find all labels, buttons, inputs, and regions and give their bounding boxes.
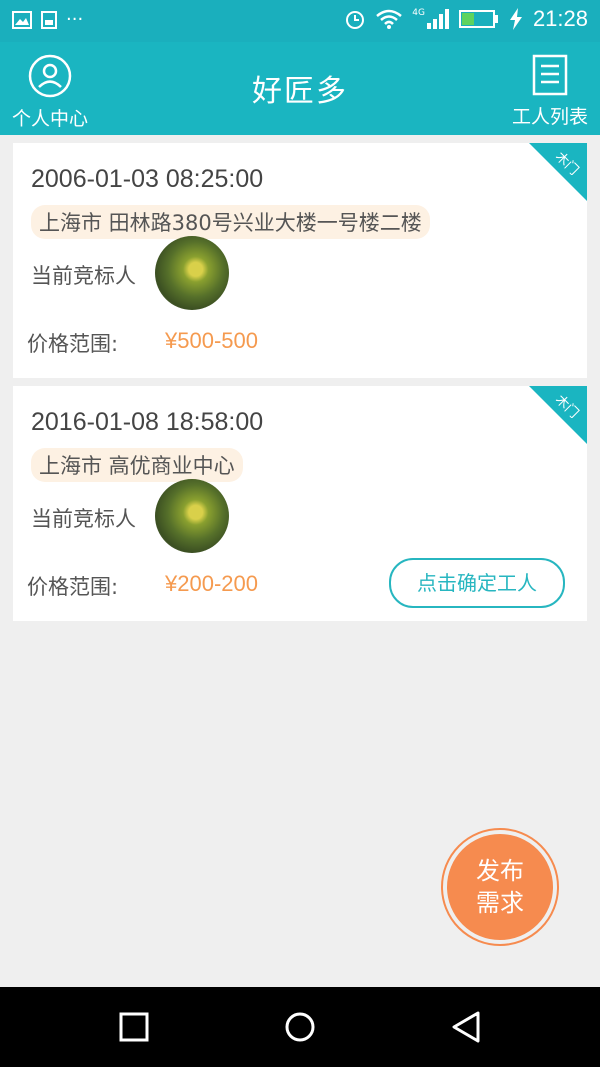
status-time: 21:28 bbox=[532, 6, 588, 31]
bidder-avatar[interactable] bbox=[155, 479, 229, 553]
status-right-icons: 4G 21:28 bbox=[344, 6, 588, 32]
publish-request-line1: 发布 bbox=[476, 857, 524, 885]
category-ribbon bbox=[529, 386, 587, 444]
worker-list-button[interactable]: 工人列表 bbox=[508, 54, 592, 129]
app-bar: 个人中心 好匠多 工人列表 bbox=[0, 42, 600, 135]
bidder-label: 当前竞标人 bbox=[31, 507, 136, 531]
order-datetime: 2006-01-03 08:25:00 bbox=[31, 165, 264, 193]
list-icon bbox=[532, 54, 568, 96]
worker-list-label: 工人列表 bbox=[511, 106, 588, 128]
category-ribbon bbox=[529, 143, 587, 201]
price-label: 价格范围: bbox=[27, 575, 119, 599]
signal-icon: 4G bbox=[412, 9, 449, 29]
bidder-label: 当前竞标人 bbox=[31, 264, 136, 288]
charging-icon bbox=[509, 8, 522, 30]
price-range: ¥200-200 bbox=[165, 571, 258, 596]
status-left-icons: ··· bbox=[12, 10, 83, 30]
order-address: 上海市 高优商业中心 bbox=[31, 448, 243, 482]
order-datetime: 2016-01-08 18:58:00 bbox=[31, 408, 264, 436]
status-bar: ··· 4G 21:28 bbox=[0, 0, 600, 42]
system-nav-bar bbox=[0, 987, 600, 1067]
wifi-icon bbox=[376, 9, 403, 29]
order-card[interactable]: 木门 2016-01-08 18:58:00 上海市 高优商业中心 当前竞标人 … bbox=[13, 386, 587, 621]
home-icon[interactable] bbox=[282, 1009, 318, 1045]
bidder-avatar[interactable] bbox=[155, 236, 229, 310]
price-range: ¥500-500 bbox=[165, 328, 258, 353]
alarm-icon bbox=[346, 11, 365, 29]
publish-request-line2: 需求 bbox=[476, 889, 524, 917]
order-address: 上海市 田林路380号兴业大楼一号楼二楼 bbox=[31, 205, 430, 239]
back-icon[interactable] bbox=[448, 1009, 484, 1045]
battery-icon bbox=[458, 10, 498, 28]
publish-request-inner: 发布 需求 bbox=[447, 834, 553, 940]
price-label: 价格范围: bbox=[27, 332, 119, 356]
recents-icon[interactable] bbox=[116, 1009, 152, 1045]
image-icon bbox=[12, 11, 32, 29]
publish-request-button[interactable]: 发布 需求 bbox=[441, 828, 559, 946]
more-icon: ··· bbox=[66, 9, 84, 30]
order-card[interactable]: 木门 2006-01-03 08:25:00 上海市 田林路380号兴业大楼一号… bbox=[13, 143, 587, 378]
sync-icon bbox=[41, 11, 57, 29]
confirm-worker-button[interactable]: 点击确定工人 bbox=[389, 558, 565, 608]
